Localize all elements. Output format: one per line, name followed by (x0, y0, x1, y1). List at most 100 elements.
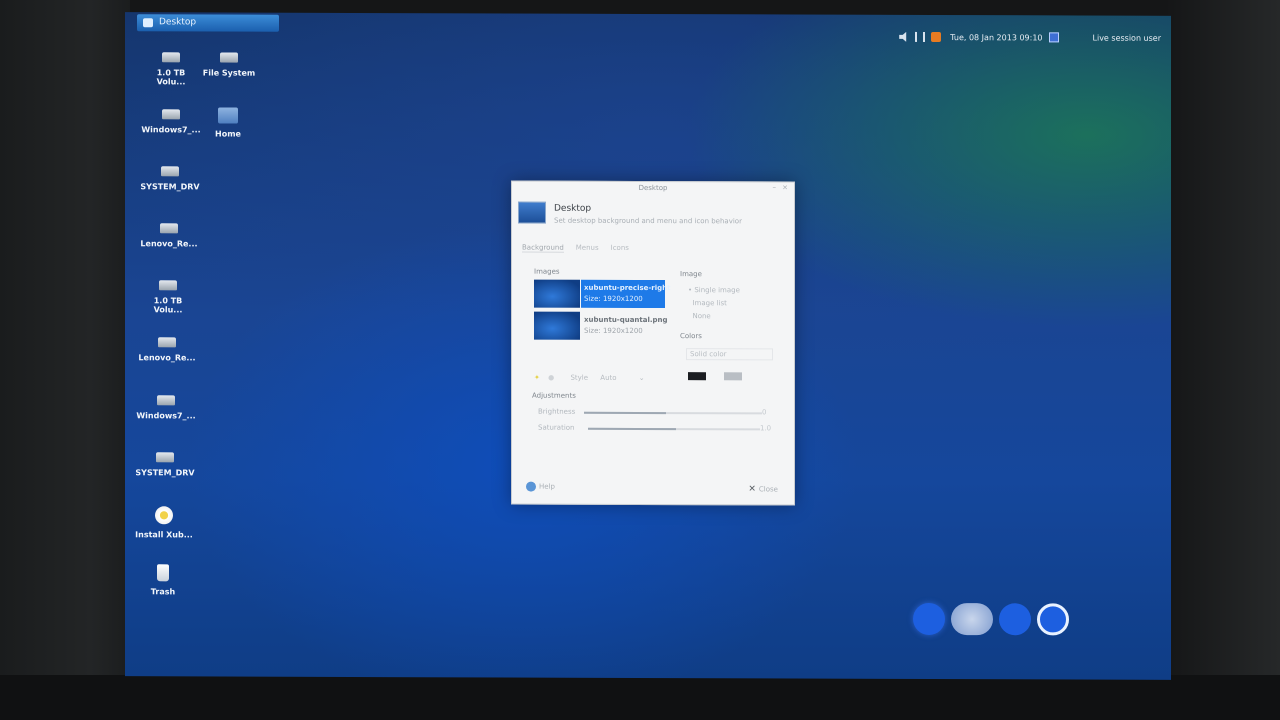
image-size: Size: 1920x1200 (584, 326, 643, 335)
session-user[interactable]: Live session user (1093, 33, 1161, 42)
workspace-dot-4 (1037, 603, 1069, 636)
help-label: Help (539, 482, 555, 491)
brightness-label: Brightness (538, 407, 576, 416)
image-list-item[interactable]: xubuntu-precise-right Size: 1920x1200 (534, 279, 674, 309)
drive-icon (159, 280, 177, 291)
workspace-dot-1 (913, 602, 945, 636)
colors-label: Colors (680, 332, 702, 341)
desktop-icon-label: SYSTEM_DRV (140, 182, 200, 192)
colors-mode-value: Solid color (690, 350, 727, 359)
radio-label: None (692, 312, 711, 321)
color-swatch-secondary[interactable] (724, 372, 742, 381)
style-label: Style (570, 373, 589, 382)
drive-icon (162, 52, 180, 63)
style-select[interactable]: Auto (600, 374, 616, 382)
tab-background[interactable]: Background (522, 243, 564, 253)
install-disc-icon (155, 506, 173, 525)
desktop-icon-volume-2[interactable]: 1.0 TB Volu... (138, 280, 198, 314)
chevron-down-icon: ⌄ (638, 373, 645, 382)
radio-label: Single image (694, 286, 740, 295)
desktop-icon-label: Windows7_... (141, 125, 201, 135)
desktop-icon-home[interactable]: Home (198, 107, 258, 139)
drive-icon (158, 337, 176, 348)
clock[interactable]: Tue, 08 Jan 2013 09:10 (950, 33, 1042, 42)
radio-none[interactable]: None (688, 312, 711, 321)
drive-icon (156, 452, 174, 463)
drive-icon (162, 109, 180, 120)
colors-mode-select[interactable]: Solid color (686, 348, 773, 361)
radio-image-list[interactable]: Image list (688, 299, 727, 308)
desktop-icon-label: Lenovo_Re... (138, 353, 196, 363)
desktop-icon-label: File System (202, 68, 256, 78)
desktop-icon-system-drv[interactable]: SYSTEM_DRV (140, 166, 200, 191)
adjustments-label: Adjustments (532, 391, 576, 400)
desktop-icon-lenovo-2[interactable]: Lenovo_Re... (137, 337, 197, 362)
close-x-icon: ✕ (748, 484, 756, 495)
volume-icon[interactable] (899, 32, 909, 42)
desktop-screen: Desktop Tue, 08 Jan 2013 09:10 Live sess… (125, 12, 1171, 680)
monitor-bezel-right (1165, 0, 1280, 720)
wallpaper-thumbnail (534, 279, 580, 308)
style-row: ✦ ● Style Auto ⌄ (534, 374, 645, 382)
desktop-icon-lenovo[interactable]: Lenovo_Re... (139, 223, 199, 248)
desktop-icon-system-drv-2[interactable]: SYSTEM_DRV (135, 452, 195, 477)
desktop-icon-label: 1.0 TB Volu... (156, 68, 186, 87)
help-icon (526, 481, 536, 492)
drive-icon (160, 223, 178, 234)
desktop-icon-windows7-2[interactable]: Windows7_... (136, 395, 196, 420)
desktop-icon-windows7[interactable]: Windows7_... (141, 109, 201, 134)
close-icon[interactable]: × (782, 183, 788, 191)
dialog-window-title: Desktop (638, 183, 668, 193)
saturation-value: 1.0 (760, 424, 772, 433)
update-icon[interactable] (931, 31, 942, 43)
help-button[interactable]: Help (526, 481, 555, 492)
image-name: xubuntu-quantal.png (584, 315, 668, 325)
desktop-icon-label: Home (215, 129, 241, 139)
desktop-icon-trash[interactable]: Trash (133, 564, 193, 596)
dialog-tabs: Background Menus Icons (522, 243, 629, 253)
close-button[interactable]: ✕ Close (748, 484, 778, 494)
desktop-icon-file-system[interactable]: File System (199, 52, 259, 78)
image-list-item[interactable]: xubuntu-quantal.png Size: 1920x1200 (534, 311, 674, 340)
trash-icon (157, 564, 169, 582)
image-label: Image (680, 270, 702, 279)
brightness-value: 0 (762, 408, 767, 417)
desktop-settings-dialog: Desktop – × Desktop Set desktop backgrou… (511, 180, 795, 506)
color-swatch-primary[interactable] (688, 372, 706, 381)
top-panel: Desktop Tue, 08 Jan 2013 09:10 Live sess… (125, 12, 1171, 43)
add-image-icon[interactable]: ✦ (534, 374, 540, 382)
image-size: Size: 1920x1200 (584, 294, 643, 303)
drive-icon (220, 52, 238, 63)
workspace-dot-2 (951, 603, 993, 636)
home-folder-icon (218, 107, 238, 124)
workspace-dot-3 (999, 603, 1031, 636)
desktop-icon-volume[interactable]: 1.0 TB Volu... (141, 52, 201, 86)
saturation-label: Saturation (538, 423, 575, 432)
window-icon (143, 18, 153, 28)
tab-menus[interactable]: Menus (576, 244, 599, 253)
taskbar-window-button[interactable]: Desktop (137, 14, 279, 32)
radio-label: Image list (692, 299, 727, 308)
desktop-icon-label: Windows7_... (136, 411, 196, 421)
desktop-icon-label: Trash (150, 587, 176, 597)
desktop-icon-label: SYSTEM_DRV (135, 468, 195, 478)
image-name: xubuntu-precise-right (584, 283, 671, 293)
monitor-bezel-left (0, 0, 130, 720)
desktop-icon-install[interactable]: Install Xub... (134, 506, 194, 539)
minimize-icon[interactable]: – (773, 183, 777, 191)
desktop-icon-label: Install Xub... (135, 530, 193, 540)
radio-single-image[interactable]: • Single image (688, 286, 740, 294)
taskbar-window-label: Desktop (159, 17, 197, 28)
drive-icon (161, 166, 179, 177)
dialog-subtitle: Set desktop background and menu and icon… (554, 216, 742, 226)
network-icon[interactable] (915, 31, 926, 42)
close-label: Close (758, 485, 778, 494)
system-tray: Tue, 08 Jan 2013 09:10 Live session user (899, 29, 1161, 46)
desktop-settings-icon (518, 201, 546, 224)
desktop-icon-label: 1.0 TB Volu... (153, 296, 183, 315)
dialog-heading: Desktop (554, 203, 592, 214)
remove-image-icon[interactable]: ● (548, 374, 554, 382)
tab-icons[interactable]: Icons (611, 244, 629, 253)
workspace-switcher-icon[interactable] (1048, 32, 1059, 43)
brightness-slider-fill (584, 411, 666, 415)
